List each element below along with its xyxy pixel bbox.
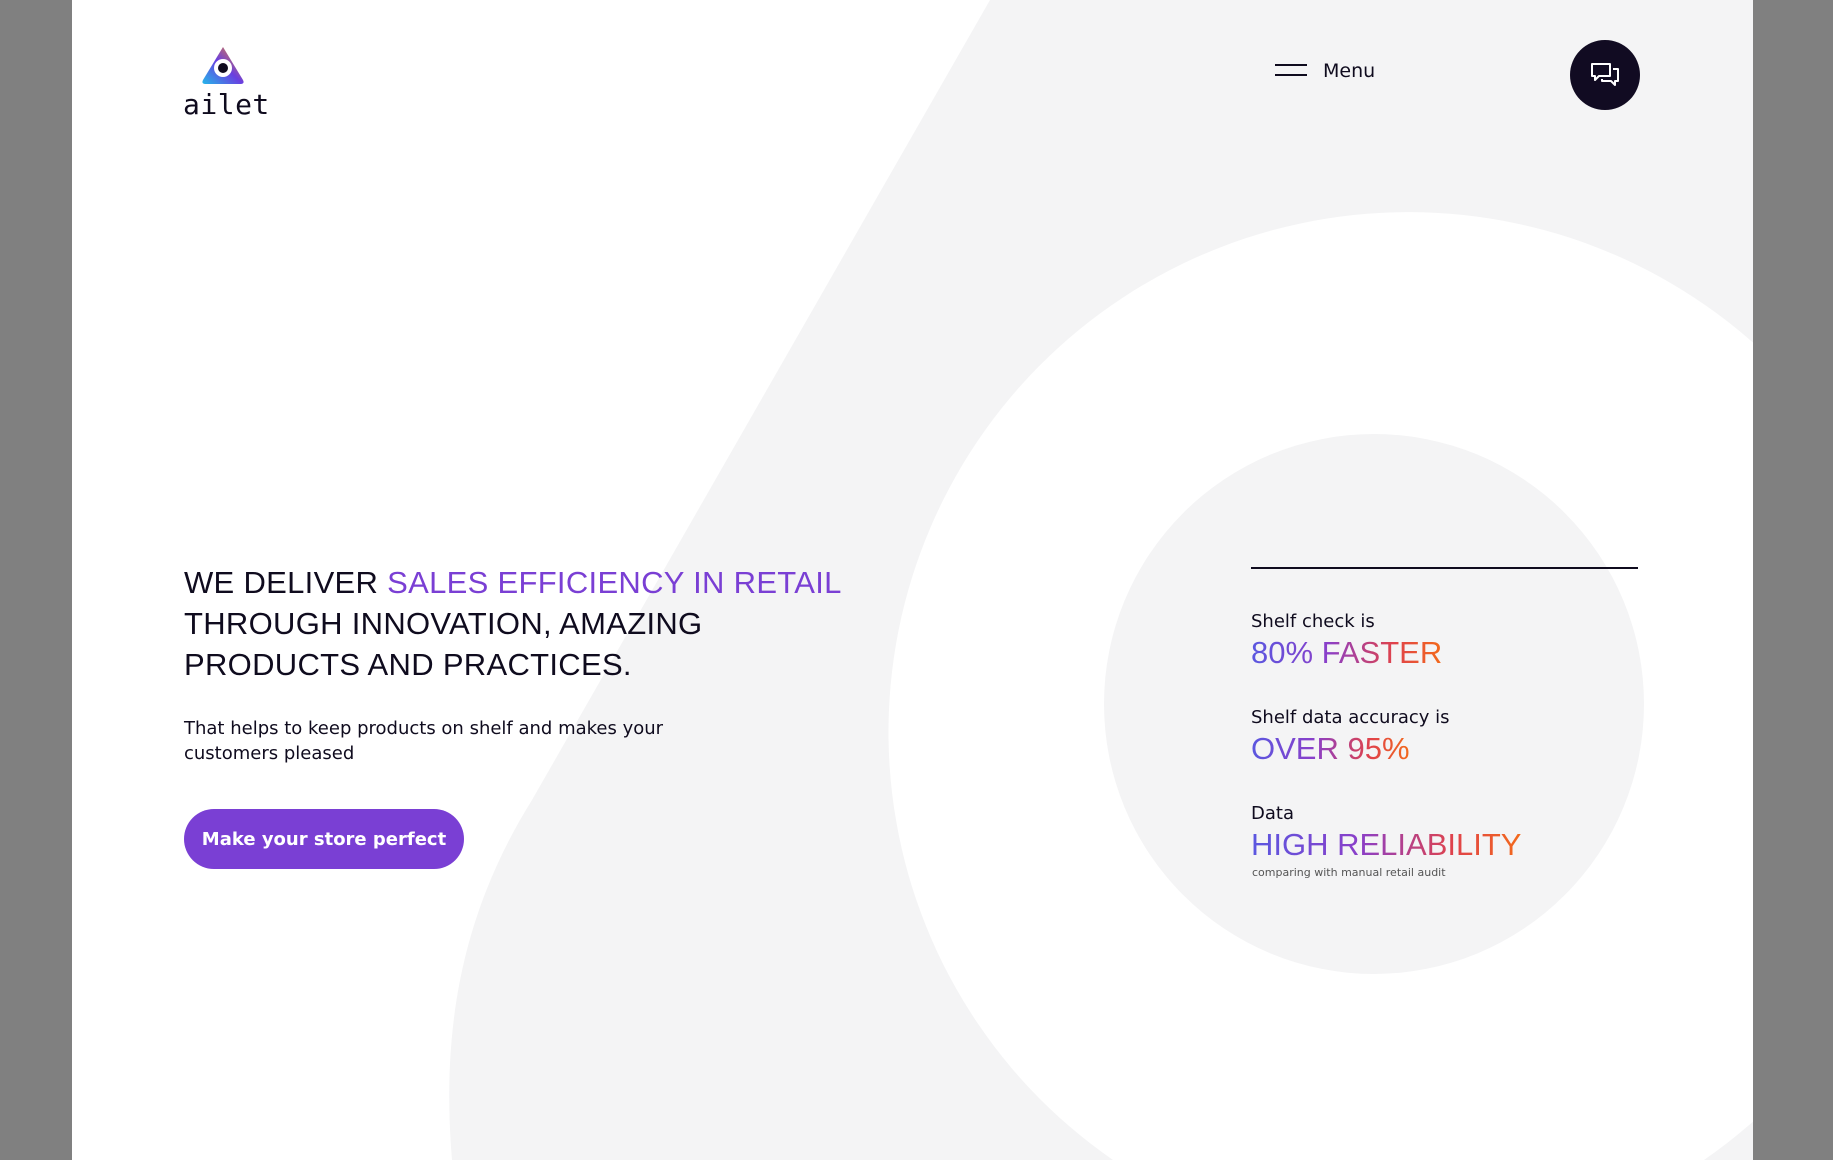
chat-bubbles-icon — [1591, 63, 1619, 86]
headline-rest: THROUGH INNOVATION, AMAZING PRODUCTS AND… — [184, 606, 703, 682]
hamburger-icon — [1275, 64, 1307, 78]
stat-data-reliability: Data HIGH RELIABILITY comparing with man… — [1251, 802, 1521, 879]
brand-logo[interactable]: ailet — [183, 44, 273, 122]
stat-value: HIGH RELIABILITY — [1251, 827, 1522, 862]
headline-accent: SALES EFFICIENCY IN RETAIL — [387, 565, 842, 600]
stat-value: OVER 95% — [1251, 731, 1410, 766]
chat-button[interactable] — [1570, 40, 1640, 110]
stat-shelf-accuracy: Shelf data accuracy is OVER 95% — [1251, 706, 1450, 768]
stat-note: comparing with manual retail audit — [1252, 866, 1446, 879]
stat-label: Data — [1251, 803, 1294, 824]
stats-divider — [1251, 567, 1638, 569]
stat-label: Shelf data accuracy is — [1251, 707, 1450, 728]
headline-lead: WE DELIVER — [184, 565, 388, 600]
hero-subtext: That helps to keep products on shelf and… — [184, 718, 664, 764]
menu-button[interactable]: Menu — [1275, 60, 1375, 82]
menu-label: Menu — [1323, 60, 1376, 82]
ailet-logo-icon — [202, 47, 244, 84]
page: ailet Menu WE DELIVER SALES EFFICIENCY I… — [72, 0, 1753, 1160]
hero-headline: WE DELIVER SALES EFFICIENCY IN RETAIL THR… — [184, 562, 884, 685]
brand-name: ailet — [183, 88, 270, 121]
stat-value: 80% FASTER — [1251, 635, 1443, 670]
stat-label: Shelf check is — [1251, 611, 1375, 632]
stat-shelf-check: Shelf check is 80% FASTER — [1251, 610, 1442, 672]
make-store-perfect-button[interactable]: Make your store perfect — [184, 809, 464, 869]
